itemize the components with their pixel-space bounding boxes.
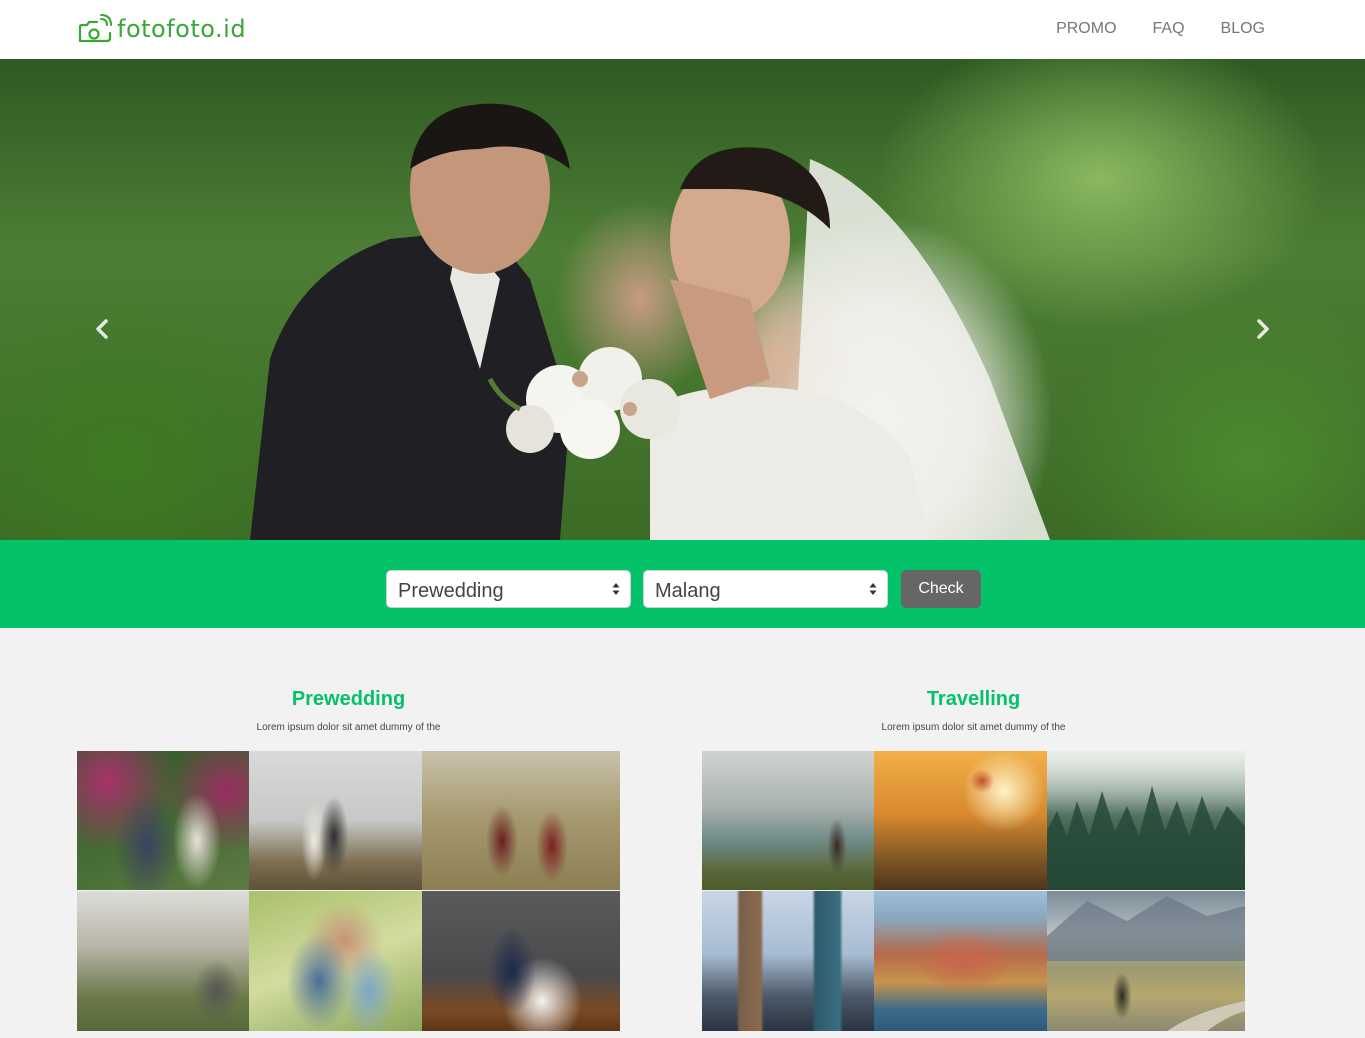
city-select-value: Malang bbox=[655, 580, 721, 602]
prewedding-photo[interactable] bbox=[422, 751, 620, 890]
prewedding-photo[interactable] bbox=[77, 751, 249, 890]
forest-shape bbox=[1047, 786, 1245, 890]
chevron-right-icon bbox=[1257, 319, 1269, 339]
carousel-next-button[interactable] bbox=[1248, 317, 1278, 347]
select-arrows-icon bbox=[612, 583, 620, 595]
brand-logo[interactable]: fotofoto.id bbox=[77, 13, 246, 45]
prewedding-subtitle: Lorem ipsum dolor sit amet dummy of the bbox=[256, 722, 441, 733]
travelling-title: Travelling bbox=[926, 688, 1021, 710]
prewedding-section: Prewedding Lorem ipsum dolor sit amet du… bbox=[77, 688, 620, 1031]
nav-faq-link[interactable]: FAQ bbox=[1153, 20, 1185, 38]
travelling-photo[interactable] bbox=[1047, 751, 1245, 890]
carousel-prev-button[interactable] bbox=[87, 317, 117, 347]
prewedding-photo[interactable] bbox=[249, 751, 422, 890]
hero-wedding-photo bbox=[250, 103, 1050, 540]
nav-promo-link[interactable]: PROMO bbox=[1056, 20, 1116, 38]
category-select[interactable]: Prewedding bbox=[386, 570, 631, 608]
travelling-section: Travelling Lorem ipsum dolor sit amet du… bbox=[702, 688, 1245, 1031]
travelling-photo[interactable] bbox=[1047, 891, 1245, 1031]
prewedding-photo[interactable] bbox=[249, 891, 422, 1031]
travelling-photo[interactable] bbox=[702, 751, 874, 890]
check-button[interactable]: Check bbox=[901, 570, 981, 608]
prewedding-photo[interactable] bbox=[77, 891, 249, 1031]
camera-logo-icon bbox=[78, 14, 112, 43]
brand-name: fotofoto.id bbox=[117, 15, 247, 43]
search-band: Prewedding Malang Check bbox=[0, 540, 1365, 628]
prewedding-title: Prewedding bbox=[291, 688, 406, 710]
chevron-left-icon bbox=[96, 319, 108, 339]
category-select-value: Prewedding bbox=[398, 580, 504, 602]
city-select[interactable]: Malang bbox=[643, 570, 888, 608]
prewedding-gallery bbox=[77, 751, 620, 1031]
main-nav: PROMO FAQ BLOG bbox=[1056, 20, 1265, 38]
select-arrows-icon bbox=[869, 583, 877, 595]
navbar: fotofoto.id PROMO FAQ BLOG bbox=[0, 0, 1365, 59]
travelling-photo[interactable] bbox=[702, 891, 874, 1031]
travelling-photo[interactable] bbox=[874, 891, 1047, 1031]
prewedding-photo[interactable] bbox=[422, 891, 620, 1031]
mountain-shape bbox=[1047, 896, 1245, 1031]
hero-carousel bbox=[0, 59, 1365, 540]
travelling-photo[interactable] bbox=[874, 751, 1047, 890]
travelling-subtitle: Lorem ipsum dolor sit amet dummy of the bbox=[881, 722, 1066, 733]
travelling-gallery bbox=[702, 751, 1245, 1031]
nav-blog-link[interactable]: BLOG bbox=[1221, 20, 1265, 38]
